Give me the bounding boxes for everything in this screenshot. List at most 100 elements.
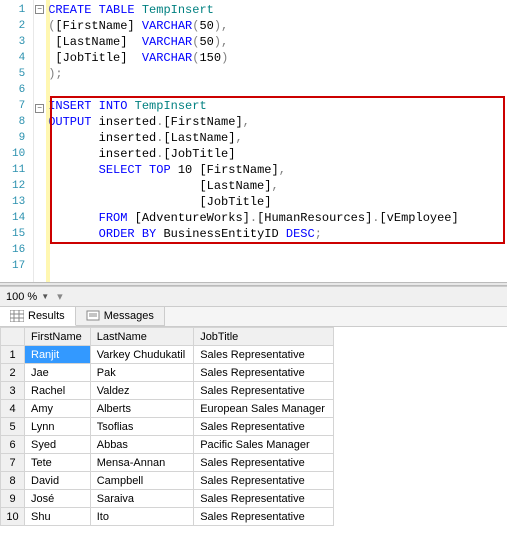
row-number[interactable]: 10 [1,508,25,526]
code-line[interactable]: ); [46,66,507,82]
row-number[interactable]: 5 [1,418,25,436]
cell[interactable]: David [25,472,91,490]
code-line[interactable]: ORDER BY BusinessEntityID DESC; [46,226,507,242]
code-line[interactable]: [JobTitle] [46,194,507,210]
table-row[interactable]: 4AmyAlbertsEuropean Sales Manager [1,400,334,418]
code-area[interactable]: CREATE TABLE TempInsert([FirstName] VARC… [46,0,507,282]
results-grid[interactable]: FirstNameLastNameJobTitle1RanjitVarkey C… [0,326,507,526]
row-number[interactable]: 3 [1,382,25,400]
line-number: 5 [0,66,33,82]
cell[interactable]: Shu [25,508,91,526]
cell[interactable]: Pacific Sales Manager [194,436,334,454]
code-line[interactable]: INSERT INTO TempInsert [46,98,507,114]
row-number[interactable]: 6 [1,436,25,454]
cell[interactable]: Sales Representative [194,472,334,490]
tab-messages[interactable]: Messages [76,307,165,326]
row-number[interactable]: 8 [1,472,25,490]
table-row[interactable]: 2JaePakSales Representative [1,364,334,382]
column-header[interactable]: FirstName [25,328,91,346]
cell[interactable]: Sales Representative [194,418,334,436]
table-row[interactable]: 9JoséSaraivaSales Representative [1,490,334,508]
table-row[interactable]: 6SyedAbbasPacific Sales Manager [1,436,334,454]
cell[interactable]: Valdez [90,382,193,400]
cell[interactable]: Mensa-Annan [90,454,193,472]
code-line[interactable] [46,258,507,274]
collapse-toggle[interactable]: − [35,104,44,113]
cell[interactable]: Sales Representative [194,508,334,526]
code-line[interactable]: [JobTitle] VARCHAR(150) [46,50,507,66]
table-row[interactable]: 5LynnTsofliasSales Representative [1,418,334,436]
table-row[interactable]: 10ShuItoSales Representative [1,508,334,526]
row-number[interactable]: 1 [1,346,25,364]
code-line[interactable]: ([FirstName] VARCHAR(50), [46,18,507,34]
line-number-gutter: 1234567891011121314151617 [0,0,34,282]
table-row[interactable]: 1RanjitVarkey ChudukatilSales Representa… [1,346,334,364]
line-number: 1 [0,2,33,18]
code-line[interactable]: SELECT TOP 10 [FirstName], [46,162,507,178]
messages-icon [86,310,100,322]
cell[interactable]: Sales Representative [194,346,334,364]
results-grid-icon [10,310,24,322]
line-number: 17 [0,258,33,274]
line-number: 7 [0,98,33,114]
row-number[interactable]: 2 [1,364,25,382]
line-number: 14 [0,210,33,226]
code-line[interactable]: CREATE TABLE TempInsert [46,2,507,18]
sql-editor[interactable]: 1234567891011121314151617 −− CREATE TABL… [0,0,507,282]
code-line[interactable]: [LastName], [46,178,507,194]
cell[interactable]: Sales Representative [194,490,334,508]
grid-corner [1,328,25,346]
code-line[interactable]: FROM [AdventureWorks].[HumanResources].[… [46,210,507,226]
zoom-value[interactable]: 100 % [6,291,37,303]
code-line[interactable]: OUTPUT inserted.[FirstName], [46,114,507,130]
code-line[interactable]: inserted.[LastName], [46,130,507,146]
line-number: 10 [0,146,33,162]
row-number[interactable]: 4 [1,400,25,418]
cell[interactable]: Sales Representative [194,454,334,472]
cell[interactable]: Ito [90,508,193,526]
column-header[interactable]: LastName [90,328,193,346]
zoom-divider: ▾ [57,290,63,303]
cell[interactable]: Alberts [90,400,193,418]
cell[interactable]: European Sales Manager [194,400,334,418]
cell[interactable]: Ranjit [25,346,91,364]
cell[interactable]: Rachel [25,382,91,400]
table-row[interactable]: 8DavidCampbellSales Representative [1,472,334,490]
cell[interactable]: Syed [25,436,91,454]
line-number: 16 [0,242,33,258]
zoom-bar: 100 % ▼ ▾ [0,286,507,306]
cell[interactable]: Jae [25,364,91,382]
cell[interactable]: Pak [90,364,193,382]
cell[interactable]: Amy [25,400,91,418]
line-number: 13 [0,194,33,210]
zoom-dropdown-icon[interactable]: ▼ [41,292,49,301]
tab-messages-label: Messages [104,310,154,322]
cell[interactable]: Tsoflias [90,418,193,436]
cell[interactable]: Tete [25,454,91,472]
cell[interactable]: Varkey Chudukatil [90,346,193,364]
tab-results[interactable]: Results [0,307,76,326]
code-line[interactable]: [LastName] VARCHAR(50), [46,34,507,50]
code-line[interactable] [46,82,507,98]
cell[interactable]: Sales Representative [194,382,334,400]
cell[interactable]: Saraiva [90,490,193,508]
line-number: 8 [0,114,33,130]
change-margin [46,0,50,282]
code-line[interactable]: inserted.[JobTitle] [46,146,507,162]
column-header[interactable]: JobTitle [194,328,334,346]
cell[interactable]: José [25,490,91,508]
code-line[interactable] [46,242,507,258]
row-number[interactable]: 9 [1,490,25,508]
cell[interactable]: Abbas [90,436,193,454]
collapse-toggle[interactable]: − [35,5,44,14]
cell[interactable]: Lynn [25,418,91,436]
cell[interactable]: Campbell [90,472,193,490]
table-row[interactable]: 3RachelValdezSales Representative [1,382,334,400]
line-number: 11 [0,162,33,178]
cell[interactable]: Sales Representative [194,364,334,382]
row-number[interactable]: 7 [1,454,25,472]
table-row[interactable]: 7TeteMensa-AnnanSales Representative [1,454,334,472]
line-number: 15 [0,226,33,242]
line-number: 12 [0,178,33,194]
line-number: 3 [0,34,33,50]
